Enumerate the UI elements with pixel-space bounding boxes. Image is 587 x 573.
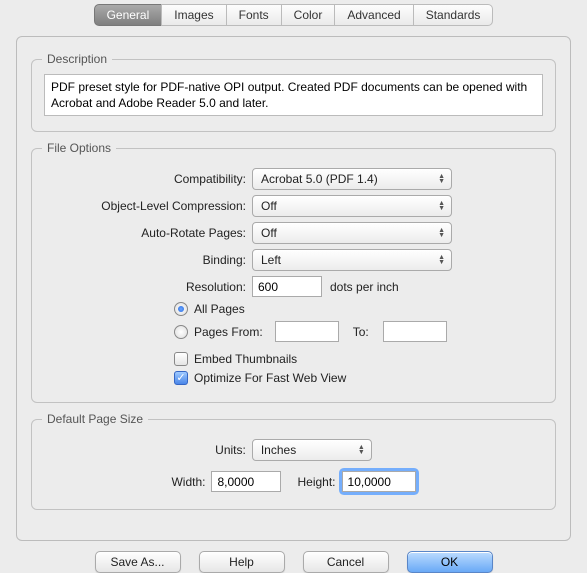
embed-thumbnails-label: Embed Thumbnails xyxy=(194,352,297,366)
radio-icon xyxy=(174,325,188,339)
tab-advanced[interactable]: Advanced xyxy=(334,4,413,26)
settings-panel: Description File Options Compatibility: … xyxy=(16,36,571,541)
chevron-updown-icon: ▲▼ xyxy=(438,255,445,265)
units-label: Units: xyxy=(215,443,252,457)
pages-to-label: To: xyxy=(353,325,369,339)
checkbox-icon xyxy=(174,371,188,385)
checkbox-icon xyxy=(174,352,188,366)
embed-thumbnails-check[interactable]: Embed Thumbnails xyxy=(174,352,543,366)
binding-label: Binding: xyxy=(44,253,252,267)
object-compression-value: Off xyxy=(261,199,277,213)
all-pages-radio[interactable]: All Pages xyxy=(174,302,543,316)
cancel-button[interactable]: Cancel xyxy=(303,551,389,573)
optimize-fast-web-label: Optimize For Fast Web View xyxy=(194,371,346,385)
object-compression-label: Object-Level Compression: xyxy=(44,199,252,213)
auto-rotate-select[interactable]: Off ▲▼ xyxy=(252,222,452,244)
chevron-updown-icon: ▲▼ xyxy=(438,201,445,211)
radio-icon xyxy=(174,302,188,316)
height-label: Height: xyxy=(281,475,341,489)
chevron-updown-icon: ▲▼ xyxy=(358,445,365,455)
tab-fonts[interactable]: Fonts xyxy=(226,4,282,26)
file-options-group: File Options Compatibility: Acrobat 5.0 … xyxy=(31,148,556,403)
pages-from-label: Pages From: xyxy=(194,325,263,339)
resolution-input[interactable] xyxy=(252,276,322,297)
description-textarea[interactable] xyxy=(44,74,543,116)
pages-from-radio[interactable]: Pages From: To: xyxy=(174,321,543,342)
auto-rotate-value: Off xyxy=(261,226,277,240)
tab-color[interactable]: Color xyxy=(281,4,336,26)
compatibility-label: Compatibility: xyxy=(44,172,252,186)
width-input[interactable] xyxy=(211,471,281,492)
resolution-unit: dots per inch xyxy=(330,280,399,294)
compatibility-value: Acrobat 5.0 (PDF 1.4) xyxy=(261,172,378,186)
resolution-label: Resolution: xyxy=(44,280,252,294)
height-input[interactable] xyxy=(342,471,416,492)
description-group: Description xyxy=(31,59,556,132)
pages-from-input[interactable] xyxy=(275,321,339,342)
chevron-updown-icon: ▲▼ xyxy=(438,174,445,184)
tab-general[interactable]: General xyxy=(94,4,163,26)
file-options-title: File Options xyxy=(42,141,116,155)
default-page-size-title: Default Page Size xyxy=(42,412,148,426)
default-page-size-group: Default Page Size Units: Inches ▲▼ Width… xyxy=(31,419,556,510)
ok-button[interactable]: OK xyxy=(407,551,493,573)
compatibility-select[interactable]: Acrobat 5.0 (PDF 1.4) ▲▼ xyxy=(252,168,452,190)
units-select[interactable]: Inches ▲▼ xyxy=(252,439,372,461)
width-label: Width: xyxy=(171,475,211,489)
description-title: Description xyxy=(42,52,112,66)
tab-images[interactable]: Images xyxy=(161,4,226,26)
dialog-buttons: Save As... Help Cancel OK xyxy=(0,551,587,573)
save-as-button[interactable]: Save As... xyxy=(95,551,181,573)
all-pages-label: All Pages xyxy=(194,302,245,316)
help-button[interactable]: Help xyxy=(199,551,285,573)
pages-to-input[interactable] xyxy=(383,321,447,342)
tab-bar: General Images Fonts Color Advanced Stan… xyxy=(0,0,587,26)
object-compression-select[interactable]: Off ▲▼ xyxy=(252,195,452,217)
binding-select[interactable]: Left ▲▼ xyxy=(252,249,452,271)
auto-rotate-label: Auto-Rotate Pages: xyxy=(44,226,252,240)
tab-standards[interactable]: Standards xyxy=(413,4,494,26)
binding-value: Left xyxy=(261,253,281,267)
optimize-fast-web-check[interactable]: Optimize For Fast Web View xyxy=(174,371,543,385)
units-value: Inches xyxy=(261,443,296,457)
chevron-updown-icon: ▲▼ xyxy=(438,228,445,238)
